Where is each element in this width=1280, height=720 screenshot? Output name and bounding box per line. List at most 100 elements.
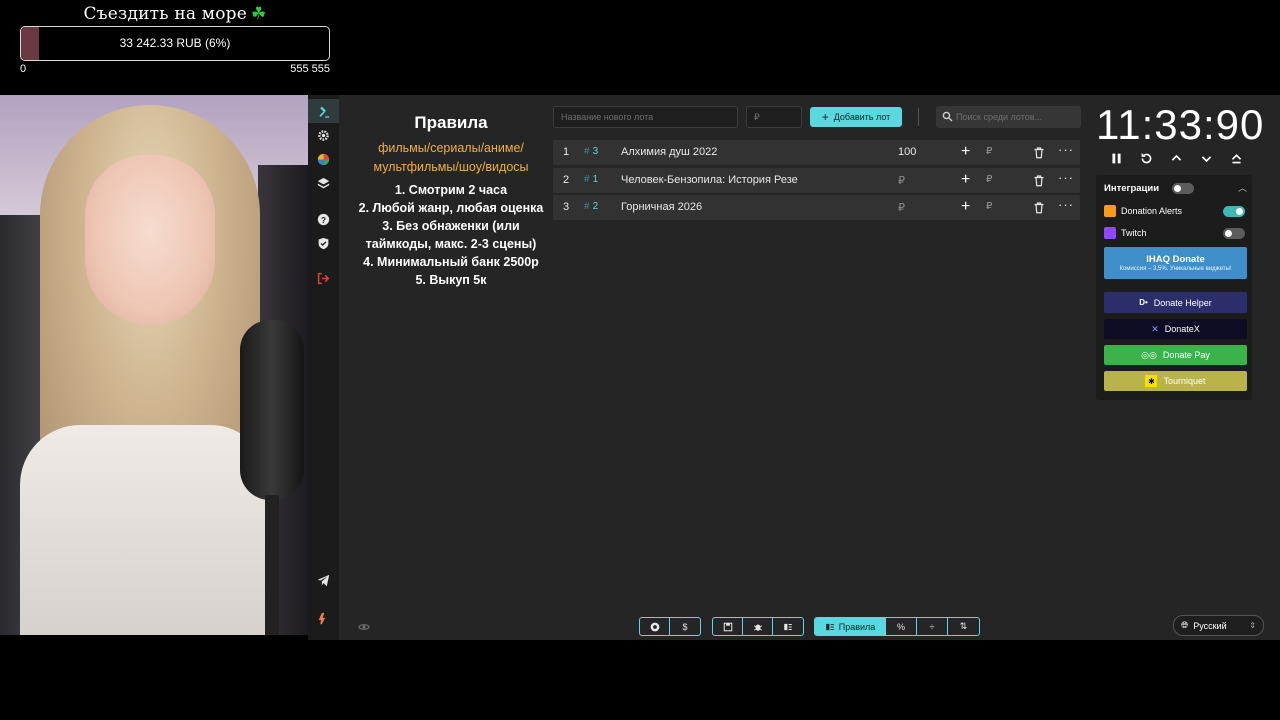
donation-alerts-toggle[interactable] <box>1223 206 1245 217</box>
lot-id-tag: #3 <box>584 146 599 157</box>
chevron-up-icon[interactable]: ︿ <box>1238 181 1247 194</box>
more-options-icon[interactable]: ··· <box>1058 170 1074 185</box>
rules-genres-line-1: фильмы/сериалы/аниме/ <box>378 141 524 155</box>
ihaq-donate-button[interactable]: IHAQ Donate Комиссия – 3,5%. Уникальные … <box>1104 247 1247 279</box>
twitch-toggle[interactable] <box>1223 228 1245 239</box>
eye-icon[interactable] <box>358 622 370 632</box>
lot-number: 3 <box>563 201 570 213</box>
rules-book-icon <box>825 623 834 630</box>
toolbar-divider <box>918 108 919 126</box>
rules-panel: Правила фильмы/сериалы/аниме/ мультфильм… <box>353 113 549 289</box>
donate-pay-button[interactable]: ◎◎ Donate Pay <box>1104 345 1247 365</box>
tourniquet-button[interactable]: ✱ Tourniquet <box>1104 371 1247 391</box>
wheel-pie-icon[interactable] <box>308 147 339 171</box>
lot-id-tag: #1 <box>584 173 599 185</box>
rules-title: Правила <box>414 113 488 132</box>
more-options-icon[interactable]: ··· <box>1058 197 1074 212</box>
lot-amount[interactable]: 100 <box>898 146 938 158</box>
lot-row: 3 #2 Горничная 2026 ₽ + ₽ ··· <box>553 195 1080 220</box>
goal-min: 0 <box>20 63 27 75</box>
goal-amount: 33 242.33 RUB (6%) <box>119 36 231 50</box>
integrations-title: Интеграции <box>1104 183 1160 194</box>
goal-max: 555 555 <box>290 63 330 75</box>
decrease-time-icon[interactable] <box>1199 151 1213 165</box>
tourniquet-logo-icon: ✱ <box>1145 375 1158 387</box>
lot-number: 2 <box>563 173 570 186</box>
reset-icon[interactable] <box>1139 151 1153 165</box>
double-increase-icon[interactable] <box>1229 151 1243 165</box>
integrations-toggle[interactable] <box>1172 183 1194 194</box>
rule-item: 3. Без обнаженки (или таймкоды, макс. 2-… <box>365 219 537 251</box>
new-lot-price-input[interactable] <box>746 106 802 128</box>
lot-currency: ₽ <box>986 146 993 157</box>
search-icon <box>942 111 953 122</box>
lot-name[interactable]: Человек-Бензопила: История Резе <box>621 174 851 186</box>
lot-list: 1 #3 Алхимия душ 2022 100 + ₽ ··· 2 #1 Ч… <box>553 140 1080 223</box>
language-select[interactable]: 🌐︎ Русский ⇕ <box>1173 615 1264 636</box>
twitch-row: Twitch <box>1104 225 1147 241</box>
plus-icon: + <box>821 110 829 124</box>
sort-icon[interactable]: ⇅ <box>948 618 979 635</box>
lot-amount[interactable]: ₽ <box>898 174 938 187</box>
add-amount-icon[interactable]: + <box>961 171 970 189</box>
clover-icon: ☘ <box>251 4 267 24</box>
delete-icon[interactable] <box>1033 174 1045 187</box>
telegram-icon[interactable] <box>308 568 339 592</box>
sidebar: ? <box>308 95 339 640</box>
goal-title: Съездить на море ☘ <box>83 4 267 24</box>
rules-genres-line-2: мультфильмы/шоу/видосы <box>373 160 529 174</box>
add-amount-icon[interactable]: + <box>961 143 970 161</box>
help-icon[interactable]: ? <box>308 207 339 231</box>
save-icon[interactable] <box>713 618 743 635</box>
timer-controls <box>1103 151 1249 169</box>
auction-timer: 11:33:90 <box>1096 101 1265 148</box>
auction-gavel-icon[interactable] <box>308 99 339 123</box>
donation-alerts-row: Donation Alerts <box>1104 203 1182 219</box>
view-mode-group: Правила % ÷ ⇅ <box>814 617 980 636</box>
increase-time-icon[interactable] <box>1169 151 1183 165</box>
boosty-icon[interactable] <box>308 606 339 630</box>
lot-number: 1 <box>563 146 570 158</box>
rule-item: 1. Смотрим 2 часа <box>394 183 508 197</box>
add-amount-icon[interactable]: + <box>961 198 970 216</box>
donate-helper-button[interactable]: D• Donate Helper <box>1104 292 1247 313</box>
shield-icon[interactable] <box>308 231 339 255</box>
file-tools-group <box>712 617 804 636</box>
settings-gear-icon[interactable] <box>308 123 339 147</box>
lot-amount[interactable]: ₽ <box>898 201 938 214</box>
donate-dollar-icon[interactable]: $ <box>670 618 700 635</box>
donate-helper-logo-icon: D• <box>1139 298 1148 307</box>
add-lot-button[interactable]: + Добавить лот <box>810 107 902 127</box>
lot-currency: ₽ <box>986 173 993 185</box>
lot-row: 1 #3 Алхимия душ 2022 100 + ₽ ··· <box>553 140 1080 165</box>
github-icon[interactable] <box>640 618 670 635</box>
lot-search-box[interactable] <box>936 106 1081 128</box>
lot-name[interactable]: Алхимия душ 2022 <box>621 146 851 158</box>
logout-icon[interactable] <box>308 266 339 290</box>
auction-app: ? Правила фильмы/сериалы/аниме/ мультфил… <box>308 95 1280 640</box>
links-group: $ <box>639 617 701 636</box>
new-lot-name-input[interactable] <box>553 106 738 128</box>
donation-alerts-icon <box>1104 205 1116 217</box>
divide-icon[interactable]: ÷ <box>917 618 948 635</box>
lot-search-input[interactable] <box>956 106 1078 128</box>
pause-icon[interactable] <box>1109 151 1123 165</box>
tab-rules[interactable]: Правила <box>815 618 886 635</box>
goal-progress-bar: 33 242.33 RUB (6%) <box>20 26 330 61</box>
svg-text:?: ? <box>321 215 326 224</box>
history-list-icon[interactable] <box>773 618 803 635</box>
lot-currency: ₽ <box>986 201 993 212</box>
layers-icon[interactable] <box>308 171 339 195</box>
donatex-button[interactable]: ✕ DonateX <box>1104 319 1247 339</box>
webcam-feed <box>0 95 308 635</box>
percent-icon[interactable]: % <box>886 618 917 635</box>
more-options-icon[interactable]: ··· <box>1058 142 1074 157</box>
lot-name[interactable]: Горничная 2026 <box>621 201 851 213</box>
delete-icon[interactable] <box>1033 146 1045 159</box>
delete-icon[interactable] <box>1033 201 1045 214</box>
lot-id-tag: #2 <box>584 201 599 212</box>
select-arrows-icon: ⇕ <box>1249 621 1256 630</box>
twitch-icon <box>1104 227 1116 239</box>
bug-icon[interactable] <box>743 618 773 635</box>
globe-icon: 🌐︎ <box>1181 620 1189 630</box>
